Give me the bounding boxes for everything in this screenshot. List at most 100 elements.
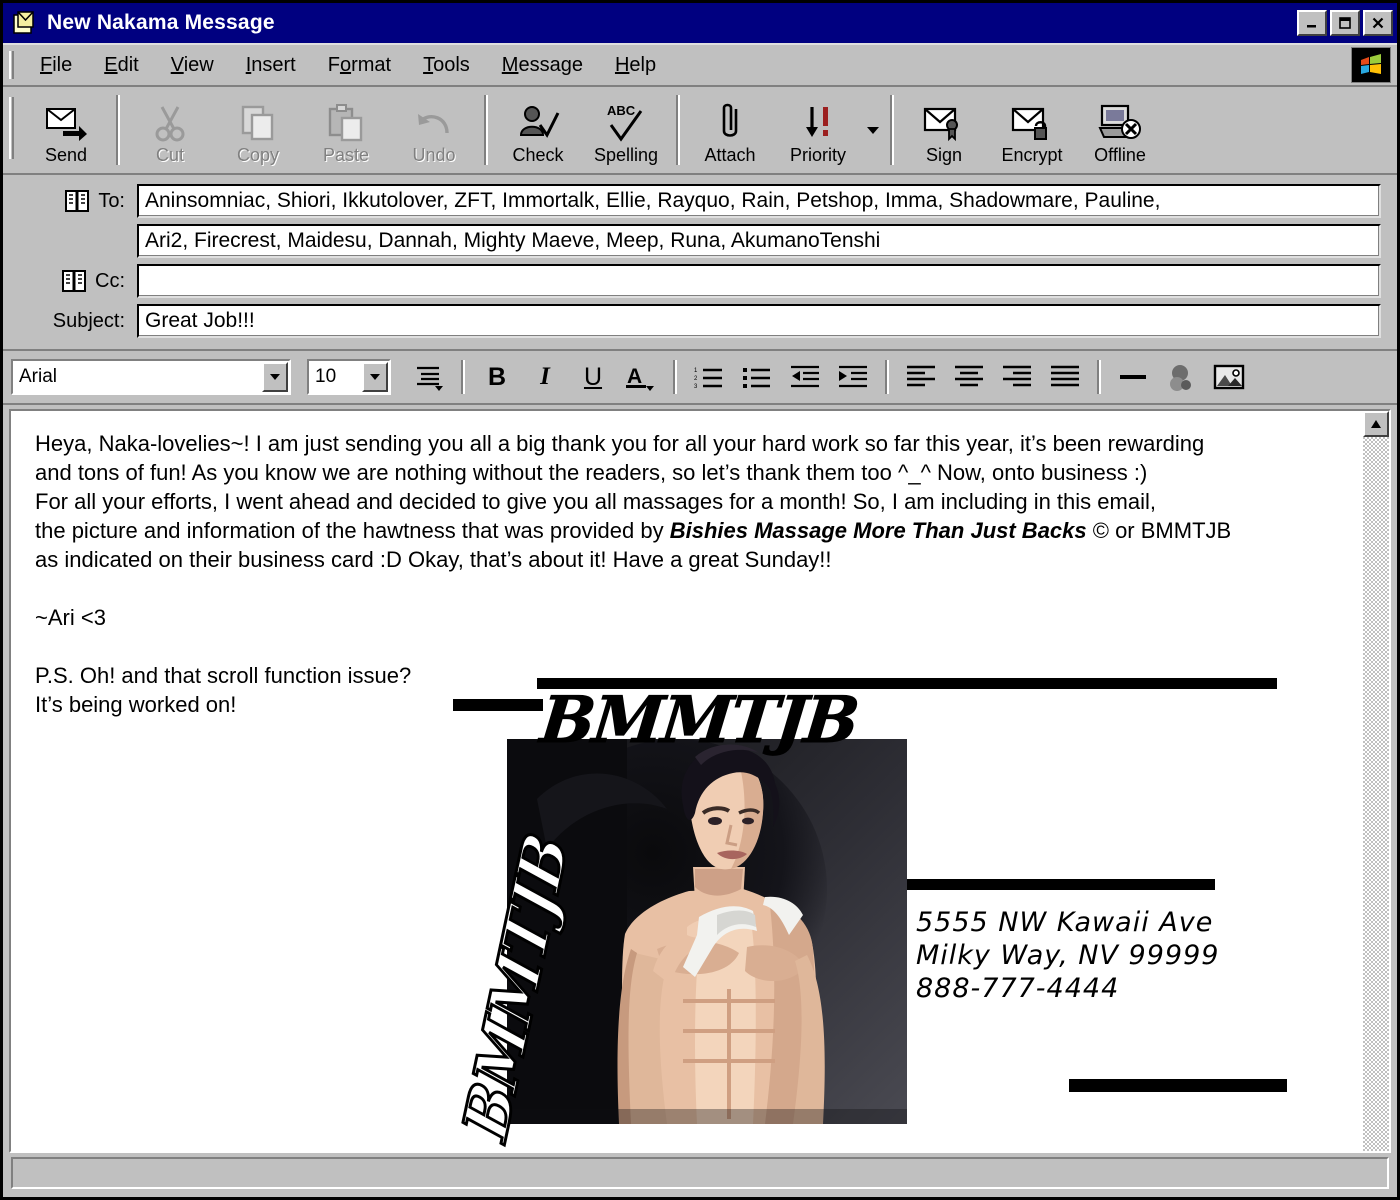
menu-bar: File Edit View Insert Format Tools Messa… xyxy=(3,43,1397,87)
close-button[interactable] xyxy=(1363,10,1393,36)
address-line-street: 5555 NW Kawaii Ave xyxy=(916,907,1214,938)
menu-edit[interactable]: Edit xyxy=(88,50,154,81)
message-signature: ~Ari <3 xyxy=(35,605,106,630)
to-field-line1[interactable]: Aninsomniac, Shiori, Ikkutolover, ZFT, I… xyxy=(137,184,1381,218)
font-size-value: 10 xyxy=(315,366,337,387)
message-line-rich: the picture and information of the hawtn… xyxy=(35,516,1351,545)
menu-help[interactable]: Help xyxy=(599,50,672,81)
message-line: and tons of fun! As you know we are noth… xyxy=(35,460,1148,485)
to-field-line2[interactable]: Ari2, Firecrest, Maidesu, Dannah, Mighty… xyxy=(137,224,1381,258)
font-family-combo[interactable]: Arial xyxy=(11,359,291,395)
scrollbar-track[interactable] xyxy=(1363,437,1389,1151)
format-separator-3 xyxy=(885,360,889,394)
chevron-down-icon-size[interactable] xyxy=(362,362,388,392)
paperclip-icon xyxy=(714,99,746,143)
decrease-indent-button[interactable] xyxy=(781,356,829,398)
encrypt-icon xyxy=(1009,99,1055,143)
new-message-window: New Nakama Message File Edit View Insert… xyxy=(0,0,1400,1200)
windows-flag-logo xyxy=(1351,47,1391,83)
copy-icon xyxy=(238,99,278,143)
message-window-icon xyxy=(11,10,37,36)
spelling-button[interactable]: ABC Spelling xyxy=(582,87,670,173)
chevron-down-icon[interactable] xyxy=(262,362,288,392)
cut-button[interactable]: Cut xyxy=(126,87,214,173)
italic-button[interactable]: I xyxy=(521,356,569,398)
bulleted-list-button[interactable] xyxy=(733,356,781,398)
svg-text:A: A xyxy=(627,365,642,388)
subject-field[interactable]: Great Job!!! xyxy=(137,304,1381,338)
paste-icon xyxy=(326,99,366,143)
send-button[interactable]: Send xyxy=(22,87,110,173)
menu-view[interactable]: View xyxy=(155,50,230,81)
spelling-label: Spelling xyxy=(593,144,659,165)
sign-button[interactable]: Sign xyxy=(900,87,988,173)
body-vertical-scrollbar[interactable] xyxy=(1363,411,1389,1151)
scroll-up-arrow-icon[interactable] xyxy=(1363,411,1389,437)
bmmtjb-logo-text-rotated: BMMTJB xyxy=(448,825,584,1150)
to-label-group[interactable]: To: xyxy=(19,189,137,213)
cc-label: Cc: xyxy=(95,269,125,292)
format-separator-1 xyxy=(461,360,465,394)
font-size-combo[interactable]: 10 xyxy=(307,359,391,395)
align-center-button[interactable] xyxy=(945,356,993,398)
copy-button[interactable]: Copy xyxy=(214,87,302,173)
address-line-phone: 888-777-4444 xyxy=(916,973,1120,1004)
address-book-icon-cc[interactable] xyxy=(61,269,87,293)
undo-button[interactable]: Undo xyxy=(390,87,478,173)
message-body-editor[interactable]: Heya, Naka-lovelies~! I am just sending … xyxy=(11,411,1363,1151)
svg-text:ABC: ABC xyxy=(607,103,636,118)
check-names-button[interactable]: Check xyxy=(494,87,582,173)
message-postscript-line: P.S. Oh! and that scroll function issue? xyxy=(35,663,412,688)
format-separator-4 xyxy=(1097,360,1101,394)
align-left-button[interactable] xyxy=(897,356,945,398)
insert-picture-button[interactable] xyxy=(1205,356,1253,398)
cc-field[interactable] xyxy=(137,264,1381,298)
align-right-button[interactable] xyxy=(993,356,1041,398)
cc-label-group[interactable]: Cc: xyxy=(19,269,137,293)
menu-drag-grip[interactable] xyxy=(9,51,14,79)
encrypt-button[interactable]: Encrypt xyxy=(988,87,1076,173)
send-icon xyxy=(43,99,89,143)
numbered-list-button[interactable]: 1 2 3 xyxy=(685,356,733,398)
toolbar-drag-grip[interactable] xyxy=(9,97,14,159)
underline-button[interactable]: U xyxy=(569,356,617,398)
paste-button[interactable]: Paste xyxy=(302,87,390,173)
svg-text:2: 2 xyxy=(694,376,698,382)
menu-file[interactable]: File xyxy=(24,50,88,81)
offline-button[interactable]: Offline xyxy=(1076,87,1164,173)
message-line: Heya, Naka-lovelies~! I am just sending … xyxy=(35,431,1205,456)
undo-label: Undo xyxy=(412,144,456,165)
justify-button[interactable] xyxy=(1041,356,1089,398)
underline-glyph: U xyxy=(583,362,603,391)
subject-label: Subject: xyxy=(52,309,125,332)
menu-format[interactable]: Format xyxy=(312,50,407,81)
svg-text:3: 3 xyxy=(694,384,698,390)
font-family-value: Arial xyxy=(19,366,58,387)
message-line: as indicated on their business card :D O… xyxy=(35,547,832,572)
to-row-continued: Ari2, Firecrest, Maidesu, Dannah, Mighty… xyxy=(19,221,1381,261)
menu-insert[interactable]: Insert xyxy=(230,50,312,81)
bold-button[interactable]: B xyxy=(473,356,521,398)
attach-button[interactable]: Attach xyxy=(686,87,774,173)
minimize-button[interactable] xyxy=(1297,10,1327,36)
formatting-toolbar: Arial 10 B I U A 1 2 3 xyxy=(3,351,1397,405)
address-book-icon[interactable] xyxy=(64,189,90,213)
toolbar-separator-2 xyxy=(484,95,488,165)
insert-link-button[interactable] xyxy=(1157,356,1205,398)
increase-indent-button[interactable] xyxy=(829,356,877,398)
maximize-button[interactable] xyxy=(1330,10,1360,36)
priority-button[interactable]: Priority xyxy=(774,87,862,173)
priority-dropdown-arrow-icon[interactable] xyxy=(862,87,884,173)
bold-glyph: B xyxy=(487,362,507,391)
sign-icon xyxy=(921,99,967,143)
sign-label: Sign xyxy=(925,144,963,165)
svg-text:1: 1 xyxy=(694,368,698,374)
menu-tools[interactable]: Tools xyxy=(407,50,486,81)
font-color-button[interactable]: A xyxy=(617,356,665,398)
menu-message[interactable]: Message xyxy=(486,50,599,81)
horizontal-line-button[interactable] xyxy=(1109,356,1157,398)
window-title: New Nakama Message xyxy=(47,11,275,34)
paragraph-style-button[interactable] xyxy=(405,356,453,398)
status-bar xyxy=(3,1153,1397,1197)
priority-icon xyxy=(798,99,838,143)
